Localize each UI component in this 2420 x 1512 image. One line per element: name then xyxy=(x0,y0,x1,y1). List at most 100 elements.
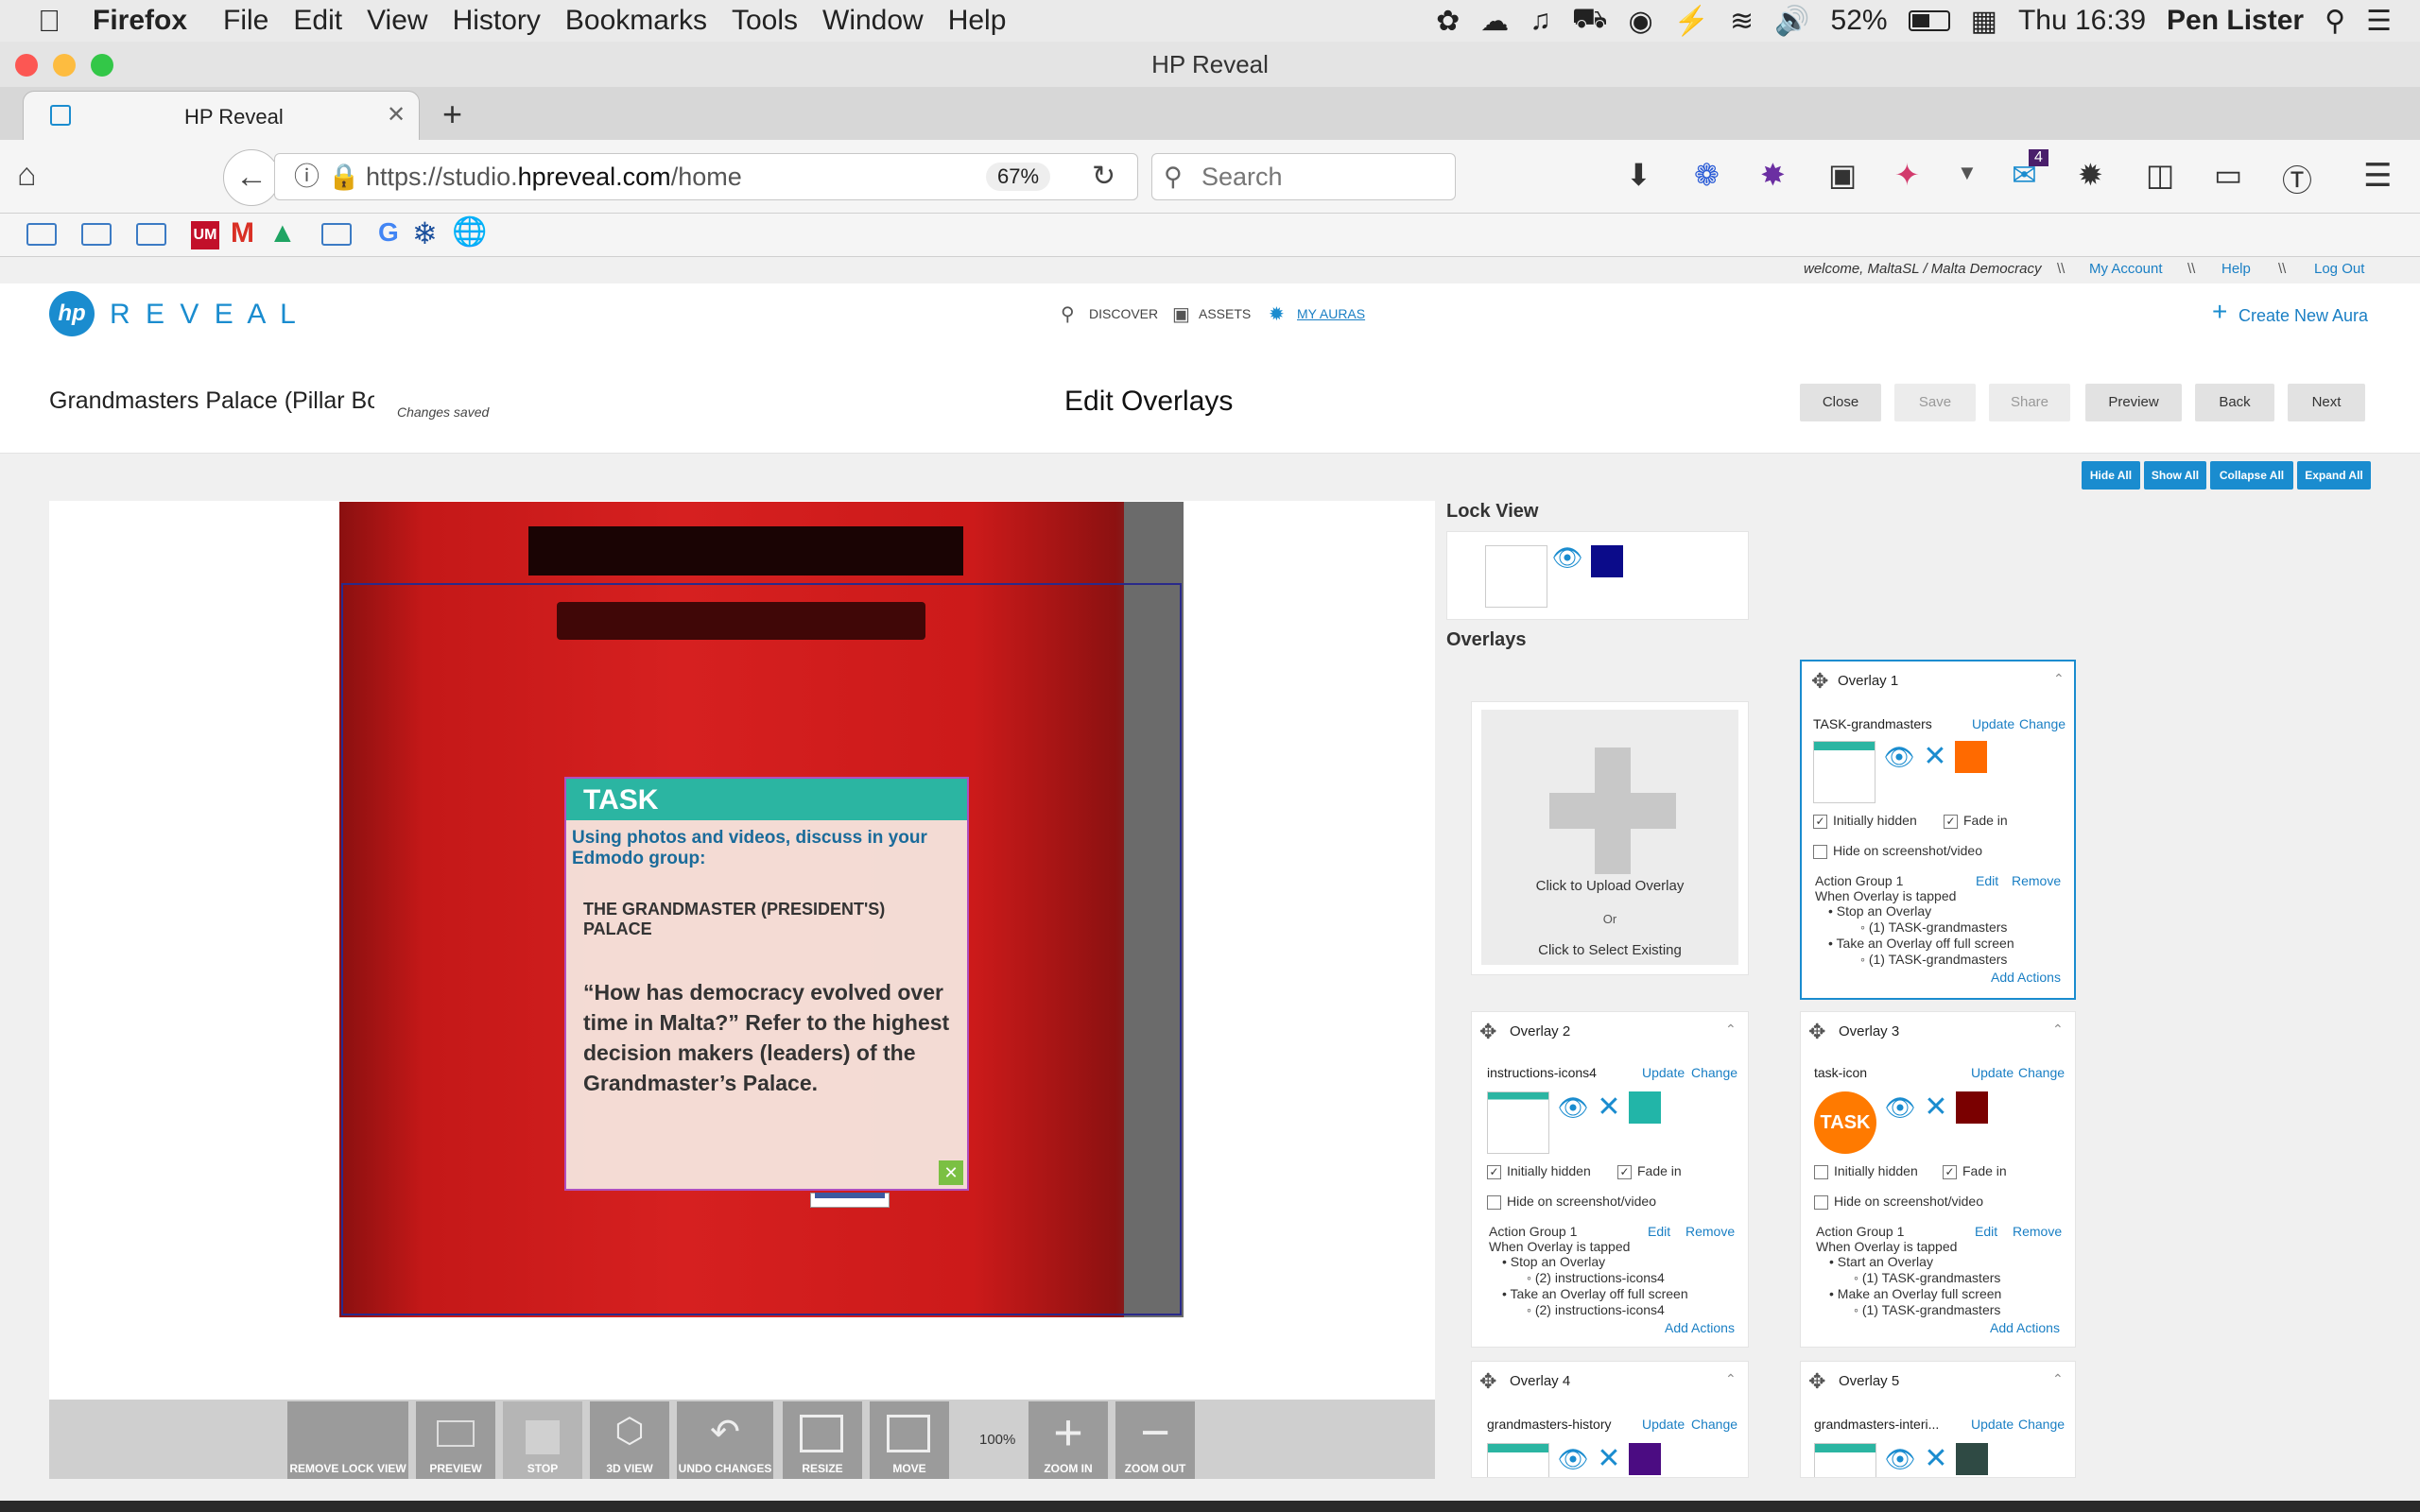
hamburger-menu-icon[interactable]: ☰ xyxy=(2363,157,2392,195)
snowflake-icon[interactable]: ❄ xyxy=(412,215,438,251)
overlay-color-swatch[interactable] xyxy=(1955,741,1987,773)
truck-icon[interactable]: ⛟ xyxy=(1572,3,1608,39)
maximize-window-button[interactable] xyxy=(91,54,113,77)
globe-icon[interactable]: 🌐 xyxy=(452,215,487,249)
save-button[interactable]: Save xyxy=(1894,384,1976,421)
nav-my-auras[interactable]: MY AURAS xyxy=(1297,306,1365,321)
spotlight-icon[interactable]: ⚲ xyxy=(2325,5,2345,38)
overlay-thumbnail[interactable] xyxy=(1487,1091,1549,1154)
remove-action-link[interactable]: Remove xyxy=(2012,873,2061,888)
next-button[interactable]: Next xyxy=(2288,384,2365,421)
update-link[interactable]: Update xyxy=(1642,1417,1685,1432)
menu-file[interactable]: File xyxy=(223,5,268,37)
collapse-icon[interactable]: ⌃ xyxy=(2053,671,2065,687)
window-icon[interactable]: ▭ xyxy=(2214,157,2242,193)
overlay-thumbnail[interactable] xyxy=(1814,1443,1876,1477)
task-overlay-close-icon[interactable]: ✕ xyxy=(939,1160,963,1185)
initially-hidden-checkbox[interactable]: Initially hidden xyxy=(1814,1163,1918,1179)
calendar-icon[interactable]: ▦ xyxy=(1971,5,1997,38)
user-name[interactable]: Pen Lister xyxy=(2167,5,2304,37)
upload-tile[interactable]: Click to Upload Overlay Or Click to Sele… xyxy=(1481,710,1738,965)
new-tab-icon[interactable]: + xyxy=(442,94,462,134)
battery-icon[interactable] xyxy=(1908,10,1950,31)
eye-icon[interactable]: 👁 xyxy=(1883,743,1915,771)
help-link[interactable]: Help xyxy=(2221,261,2251,277)
remove-overlay-icon[interactable]: ✕ xyxy=(1593,1091,1625,1124)
cloud-icon[interactable]: ☁ xyxy=(1480,5,1509,38)
remove-action-link[interactable]: Remove xyxy=(2013,1224,2062,1239)
add-actions-link[interactable]: Add Actions xyxy=(1665,1320,1735,1335)
chevron-down-icon[interactable]: ▼ xyxy=(1957,161,1978,185)
overlay-color-swatch[interactable] xyxy=(1956,1091,1988,1124)
add-actions-link[interactable]: Add Actions xyxy=(1990,1320,2060,1335)
my-account-link[interactable]: My Account xyxy=(2089,261,2163,277)
select-existing-text[interactable]: Click to Select Existing xyxy=(1481,942,1738,958)
change-link[interactable]: Change xyxy=(2019,716,2066,731)
apple-icon[interactable]:  xyxy=(38,4,60,39)
overlay-thumbnail[interactable] xyxy=(1487,1443,1549,1477)
close-button[interactable]: Close xyxy=(1800,384,1881,421)
upload-overlay-text[interactable]: Click to Upload Overlay xyxy=(1481,878,1738,894)
drag-handle-icon[interactable]: ✥ xyxy=(1479,1020,1496,1044)
info-icon[interactable]: ⓘ xyxy=(294,154,320,199)
overlay-color-swatch[interactable] xyxy=(1629,1443,1661,1475)
headphones-icon[interactable]: ♫ xyxy=(1530,5,1551,37)
extension-purple-icon[interactable]: ✸ xyxy=(1760,157,1786,193)
um-bookmark-icon[interactable]: UM xyxy=(191,221,219,249)
drag-handle-icon[interactable]: ✥ xyxy=(1811,669,1828,694)
back-button[interactable]: Back xyxy=(2195,384,2274,421)
edit-action-link[interactable]: Edit xyxy=(1975,1224,1997,1239)
task-overlay[interactable]: TASK Using photos and videos, discuss in… xyxy=(564,777,969,1191)
change-link[interactable]: Change xyxy=(2018,1065,2065,1080)
hide-on-screenshot-checkbox[interactable]: Hide on screenshot/video xyxy=(1487,1194,1656,1210)
reveal-logo-text[interactable]: R E V E A L xyxy=(110,299,300,331)
hide-all-button[interactable]: Hide All xyxy=(2082,461,2140,490)
move-button[interactable]: MOVE xyxy=(870,1401,949,1479)
update-link[interactable]: Update xyxy=(1971,1065,2014,1080)
remove-action-link[interactable]: Remove xyxy=(1685,1224,1735,1239)
initially-hidden-checkbox[interactable]: ✓ Initially hidden xyxy=(1813,813,1917,829)
wifi-icon[interactable]: ≋ xyxy=(1730,5,1754,38)
tools-extension-icon[interactable]: ✹ xyxy=(2078,157,2103,193)
close-window-button[interactable] xyxy=(15,54,38,77)
remove-overlay-icon[interactable]: ✕ xyxy=(1593,1443,1625,1475)
overlay-card[interactable]: ✥ Overlay 2 ⌃ instructions-icons4 Update… xyxy=(1471,1011,1749,1348)
back-button[interactable]: ← xyxy=(223,149,280,206)
edit-action-link[interactable]: Edit xyxy=(1976,873,1998,888)
clock[interactable]: Thu 16:39 xyxy=(2018,5,2146,37)
nav-discover[interactable]: DISCOVER xyxy=(1089,306,1158,321)
collapse-icon[interactable]: ⌃ xyxy=(2052,1371,2064,1387)
battery-percent[interactable]: 52% xyxy=(1831,5,1888,37)
notification-center-icon[interactable]: ☰ xyxy=(2366,5,2392,38)
change-link[interactable]: Change xyxy=(1691,1417,1737,1432)
gmail-icon[interactable]: M xyxy=(231,217,254,249)
update-link[interactable]: Update xyxy=(1972,716,2014,731)
menu-edit[interactable]: Edit xyxy=(293,5,342,37)
edit-action-link[interactable]: Edit xyxy=(1648,1224,1670,1239)
collapse-icon[interactable]: ⌃ xyxy=(1725,1371,1737,1387)
tab-hp-reveal[interactable]: HP Reveal ✕ xyxy=(23,91,420,140)
close-tab-icon[interactable]: ✕ xyxy=(387,101,406,129)
lock-view-thumbnail[interactable] xyxy=(1485,545,1547,608)
fade-in-checkbox[interactable]: ✓ Fade in xyxy=(1943,1163,2007,1179)
sidebar-icon[interactable]: ◫ xyxy=(2146,157,2174,193)
show-all-button[interactable]: Show All xyxy=(2144,461,2206,490)
minimize-window-button[interactable] xyxy=(53,54,76,77)
eye-icon[interactable]: 👁 xyxy=(1884,1093,1916,1122)
eye-icon[interactable]: 👁 xyxy=(1884,1445,1916,1473)
menu-history[interactable]: History xyxy=(453,5,541,37)
folder-icon[interactable] xyxy=(321,223,352,246)
hide-on-screenshot-checkbox[interactable]: Hide on screenshot/video xyxy=(1813,843,1982,859)
disk-icon[interactable]: ◉ xyxy=(1628,5,1652,38)
google-icon[interactable]: G xyxy=(378,217,399,248)
eye-icon[interactable]: 👁 xyxy=(1557,1445,1589,1473)
create-new-aura-link[interactable]: Create New Aura xyxy=(2238,306,2368,326)
collapse-icon[interactable]: ⌃ xyxy=(2052,1022,2064,1038)
expand-all-button[interactable]: Expand All xyxy=(2297,461,2371,490)
reload-icon[interactable]: ↻ xyxy=(1092,154,1115,199)
remove-overlay-icon[interactable]: ✕ xyxy=(1920,1443,1952,1475)
3d-view-button[interactable]: ⬡ 3D VIEW xyxy=(590,1401,669,1479)
menu-bookmarks[interactable]: Bookmarks xyxy=(565,5,707,37)
menu-app-name[interactable]: Firefox xyxy=(93,5,187,37)
change-link[interactable]: Change xyxy=(2018,1417,2065,1432)
